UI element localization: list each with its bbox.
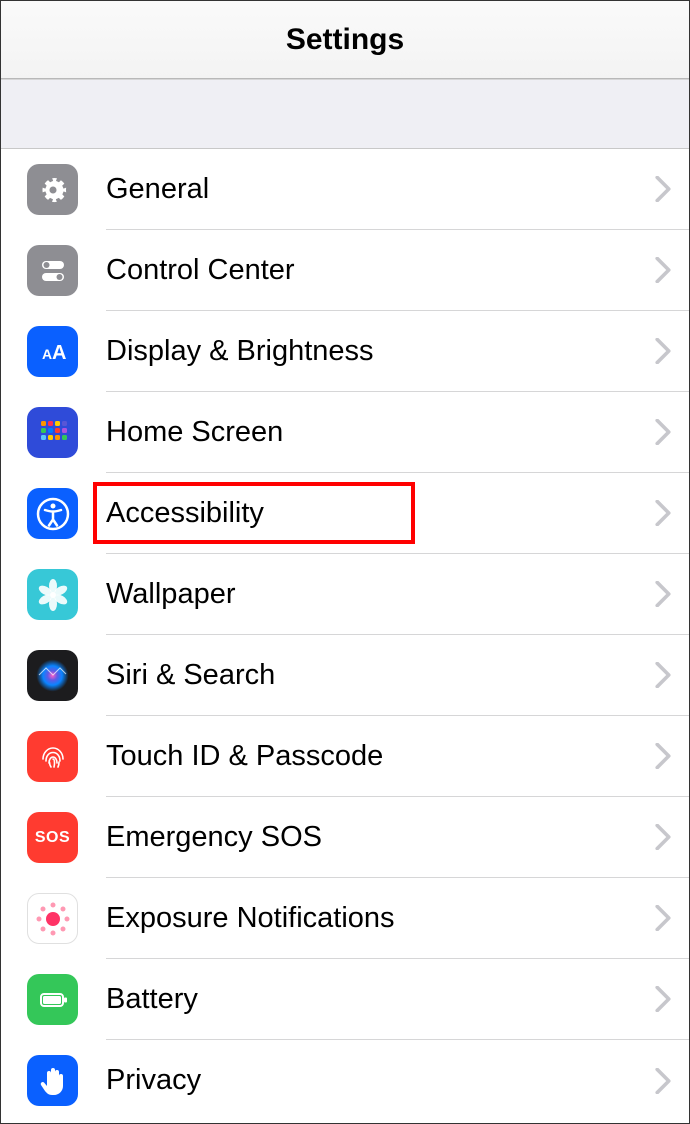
- chevron-right-icon: [655, 581, 671, 607]
- row-battery[interactable]: Battery: [1, 959, 689, 1040]
- chevron-right-icon: [655, 176, 671, 202]
- fingerprint-icon: [27, 731, 78, 782]
- hand-icon: [27, 1055, 78, 1106]
- row-label: Emergency SOS: [106, 821, 655, 854]
- row-emergency-sos[interactable]: SOS Emergency SOS: [1, 797, 689, 878]
- row-label: Battery: [106, 983, 655, 1016]
- row-general[interactable]: General: [1, 149, 689, 230]
- battery-icon: [27, 974, 78, 1025]
- row-touch-id-passcode[interactable]: Touch ID & Passcode: [1, 716, 689, 797]
- sos-icon-label: SOS: [35, 829, 70, 847]
- chevron-right-icon: [655, 824, 671, 850]
- row-label: Siri & Search: [106, 659, 655, 692]
- row-wallpaper[interactable]: Wallpaper: [1, 554, 689, 635]
- row-siri-search[interactable]: Siri & Search: [1, 635, 689, 716]
- toggles-icon: [27, 245, 78, 296]
- chevron-right-icon: [655, 905, 671, 931]
- row-label: Accessibility: [106, 497, 655, 530]
- gear-icon: [27, 164, 78, 215]
- chevron-right-icon: [655, 500, 671, 526]
- svg-text:A: A: [52, 342, 66, 364]
- svg-text:A: A: [42, 346, 52, 362]
- row-control-center[interactable]: Control Center: [1, 230, 689, 311]
- chevron-right-icon: [655, 662, 671, 688]
- chevron-right-icon: [655, 338, 671, 364]
- row-label: Wallpaper: [106, 578, 655, 611]
- chevron-right-icon: [655, 1068, 671, 1094]
- row-display-brightness[interactable]: A A Display & Brightness: [1, 311, 689, 392]
- accessibility-person-icon: [27, 488, 78, 539]
- settings-list: General Control Center A A Display: [1, 149, 689, 1121]
- row-label: General: [106, 173, 655, 206]
- chevron-right-icon: [655, 257, 671, 283]
- header: Settings: [1, 1, 689, 79]
- exposure-dots-icon: [27, 893, 78, 944]
- row-label: Privacy: [106, 1064, 655, 1097]
- row-label: Exposure Notifications: [106, 902, 655, 935]
- siri-orb-icon: [27, 650, 78, 701]
- page-title: Settings: [286, 23, 404, 57]
- text-size-icon: A A: [27, 326, 78, 377]
- section-spacer: [1, 79, 689, 149]
- row-label: Home Screen: [106, 416, 655, 449]
- chevron-right-icon: [655, 419, 671, 445]
- row-privacy[interactable]: Privacy: [1, 1040, 689, 1121]
- row-home-screen[interactable]: Home Screen: [1, 392, 689, 473]
- row-label: Display & Brightness: [106, 335, 655, 368]
- chevron-right-icon: [655, 986, 671, 1012]
- flower-icon: [27, 569, 78, 620]
- app-grid-icon: [27, 407, 78, 458]
- row-label: Control Center: [106, 254, 655, 287]
- chevron-right-icon: [655, 743, 671, 769]
- sos-text-icon: SOS: [27, 812, 78, 863]
- row-label: Touch ID & Passcode: [106, 740, 655, 773]
- row-accessibility[interactable]: Accessibility: [1, 473, 689, 554]
- row-exposure-notifications[interactable]: Exposure Notifications: [1, 878, 689, 959]
